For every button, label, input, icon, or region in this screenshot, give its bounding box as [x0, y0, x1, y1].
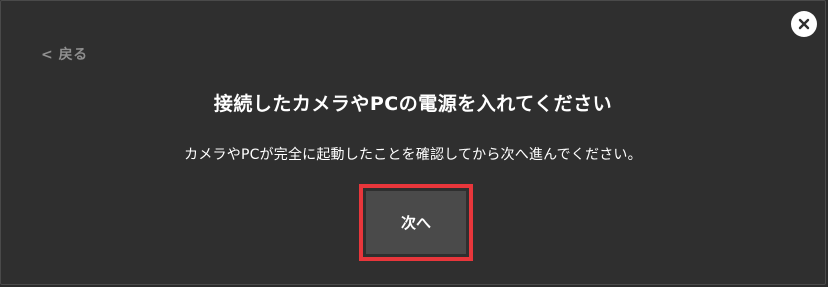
back-link[interactable]: < 戻る	[41, 44, 88, 64]
close-button[interactable]	[791, 11, 817, 37]
dialog: < 戻る 接続したカメラやPCの電源を入れてください カメラやPCが完全に起動し…	[0, 0, 826, 285]
dialog-title: 接続したカメラやPCの電源を入れてください	[213, 93, 613, 115]
close-icon	[798, 18, 810, 30]
dialog-description: カメラやPCが完全に起動したことを確認してから次へ進んでください。	[184, 147, 642, 163]
next-button[interactable]: 次へ	[366, 191, 466, 254]
